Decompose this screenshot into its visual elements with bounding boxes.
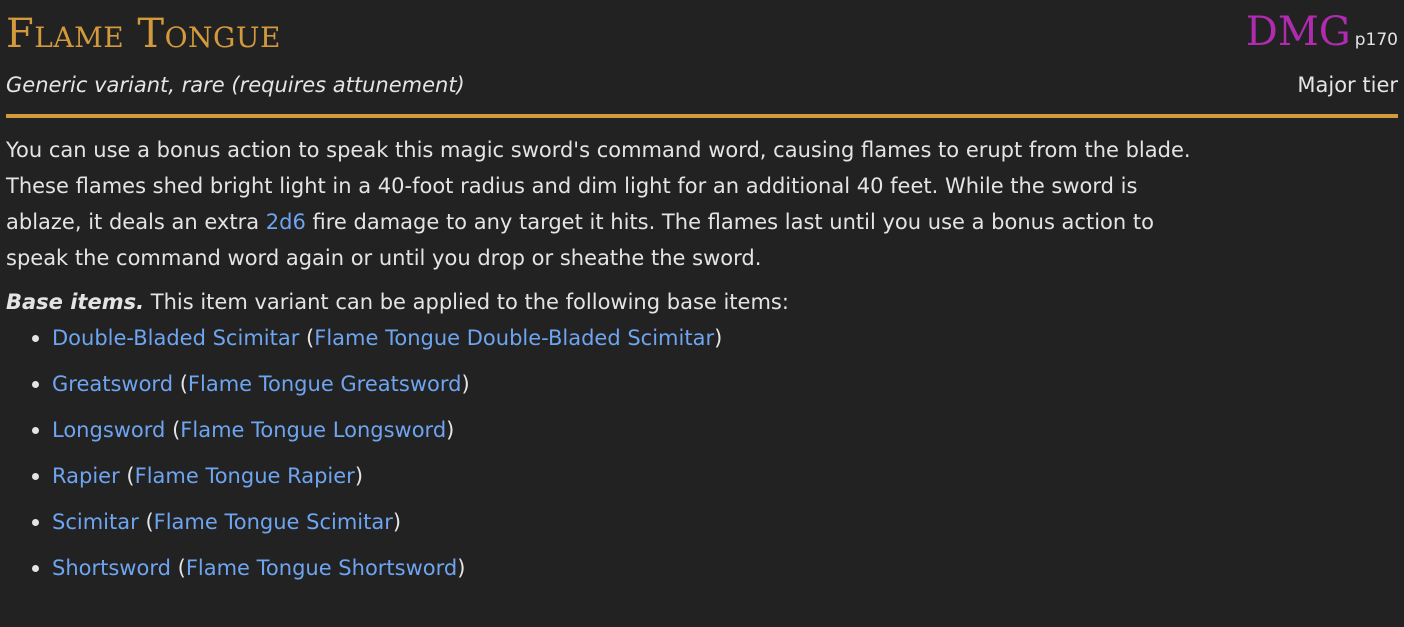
item-subheader: Generic variant, rare (requires attuneme… (6, 62, 1398, 114)
base-item-link[interactable]: Double-Bladed Scimitar (52, 326, 299, 350)
bullet-icon (32, 565, 39, 572)
source-link[interactable]: DMG (1246, 9, 1351, 55)
paren-close: ) (354, 464, 364, 488)
paren-close: ) (392, 510, 402, 534)
list-item: Shortsword (Flame Tongue Shortsword) (28, 550, 1398, 596)
paren-open: ( (177, 556, 186, 580)
paren-open: ( (145, 510, 154, 534)
list-item: Rapier (Flame Tongue Rapier) (28, 458, 1398, 504)
bullet-icon (32, 473, 39, 480)
base-item-link[interactable]: Greatsword (52, 372, 173, 396)
paren-open: ( (126, 464, 135, 488)
source-citation: DMG p170 (1246, 8, 1398, 64)
description-text: ablaze, it deals an extra (6, 210, 266, 234)
variant-item-link[interactable]: Flame Tongue Double-Bladed Scimitar (314, 326, 714, 350)
paren-close: ) (461, 372, 470, 396)
paren-close: ) (714, 326, 723, 350)
base-item-link[interactable]: Longsword (52, 418, 165, 442)
item-header: Flame Tongue DMG p170 (6, 0, 1398, 62)
paren-close: ) (457, 556, 466, 580)
description-line: speak the command word again or until yo… (6, 246, 762, 270)
dice-roll-link[interactable]: 2d6 (266, 210, 306, 234)
list-item: Double-Bladed Scimitar (Flame Tongue Dou… (28, 320, 1398, 366)
paren-open: ( (179, 372, 188, 396)
description-line: These flames shed bright light in a 40-f… (6, 174, 1138, 198)
variant-item-link[interactable]: Flame Tongue Rapier (135, 464, 355, 488)
variant-item-link[interactable]: Flame Tongue Shortsword (186, 556, 457, 580)
variant-item-link[interactable]: Flame Tongue Greatsword (188, 372, 462, 396)
item-page: Flame Tongue DMG p170 Generic variant, ra… (0, 0, 1404, 627)
variant-item-link[interactable]: Flame Tongue Longsword (180, 418, 446, 442)
description-line: ablaze, it deals an extra 2d6 fire damag… (6, 204, 1398, 240)
variant-item-link[interactable]: Flame Tongue Scimitar (154, 510, 393, 534)
base-item-link[interactable]: Scimitar (52, 510, 139, 534)
item-type-rarity: Generic variant, rare (requires attuneme… (6, 73, 465, 97)
base-item-link[interactable]: Rapier (52, 464, 120, 488)
list-item: Scimitar (Flame Tongue Scimitar) (28, 504, 1398, 550)
base-item-link[interactable]: Shortsword (52, 556, 171, 580)
bullet-icon (32, 335, 39, 342)
base-items-intro-text: This item variant can be applied to the … (144, 290, 789, 314)
base-items-list: Double-Bladed Scimitar ( Flame Tongue Dou… (6, 320, 1398, 596)
item-description: You can use a bonus action to speak this… (6, 132, 1398, 276)
header-divider (6, 114, 1398, 118)
list-item: Longsword (Flame Tongue Longsword) (28, 412, 1398, 458)
base-items-label: Base items. (6, 290, 145, 314)
paren-close: ) (446, 418, 455, 442)
item-tier: Major tier (1297, 73, 1398, 97)
base-items-intro: Base items. This item variant can be app… (6, 284, 1398, 320)
source-page: p170 (1354, 30, 1398, 50)
bullet-icon (32, 381, 39, 388)
bullet-icon (32, 427, 39, 434)
list-item: Greatsword (Flame Tongue Greatsword) (28, 366, 1398, 412)
description-line: You can use a bonus action to speak this… (6, 138, 1191, 162)
item-title: Flame Tongue (6, 11, 281, 57)
description-text: fire damage to any target it hits. The f… (305, 210, 1154, 234)
bullet-icon (32, 519, 39, 526)
